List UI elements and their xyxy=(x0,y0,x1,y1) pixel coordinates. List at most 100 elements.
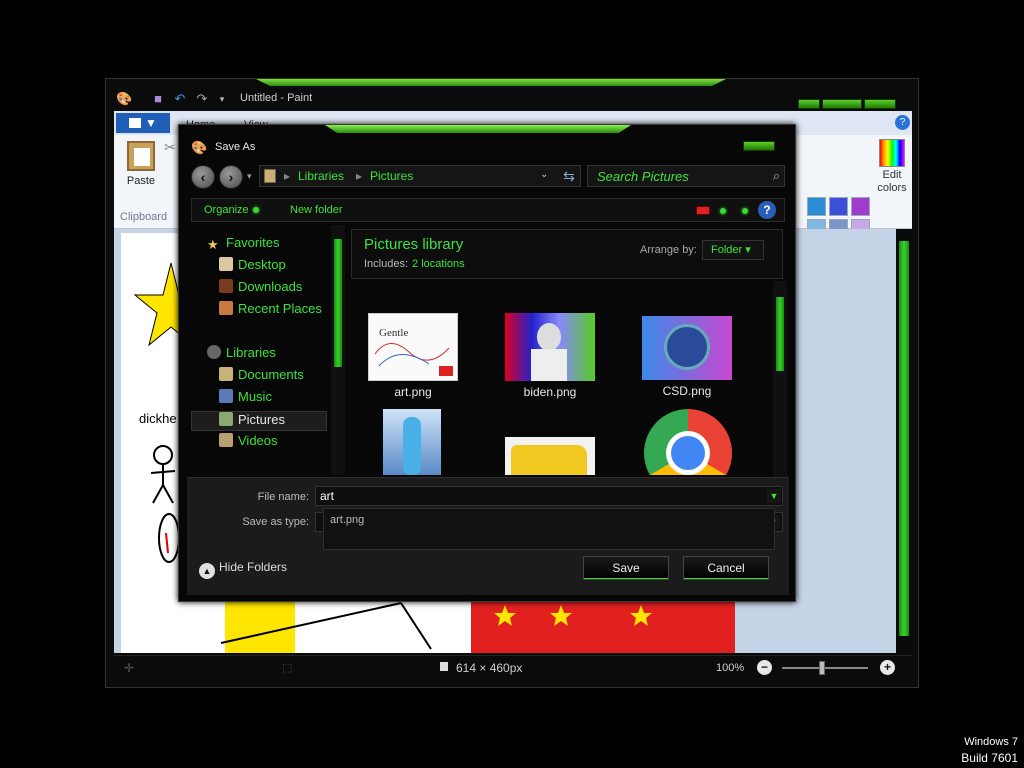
nav-pane-scrollbar[interactable] xyxy=(331,225,345,475)
nav-item-music[interactable]: Music xyxy=(219,389,272,409)
image-size-icon xyxy=(440,662,448,671)
cut-icon[interactable]: ✂ xyxy=(164,139,176,156)
watermark-line-1: Windows 7 xyxy=(964,736,1018,748)
filename-label: File name: xyxy=(257,491,309,503)
view-dropdown-icon[interactable] xyxy=(720,208,726,214)
file-item-art[interactable]: Gentle art.png xyxy=(358,313,468,399)
videos-icon xyxy=(219,433,233,447)
help-button[interactable]: ? xyxy=(758,201,776,219)
paint-status-bar: ✛ ⬚ 614 × 460px 100% − + xyxy=(114,655,912,679)
libraries-icon xyxy=(207,345,221,359)
customize-qat-icon[interactable]: ▾ xyxy=(214,91,230,107)
organize-button[interactable]: Organize xyxy=(204,204,259,216)
refresh-icon[interactable]: ⇆ xyxy=(557,165,581,187)
preview-pane-icon[interactable] xyxy=(742,208,748,214)
paste-label: Paste xyxy=(126,175,156,187)
clipboard-group-label: Clipboard xyxy=(120,211,168,223)
view-options-icon[interactable] xyxy=(696,206,710,215)
breadcrumb-pictures[interactable]: Pictures xyxy=(370,169,413,183)
stick-figure xyxy=(150,445,180,563)
zoom-slider-track[interactable] xyxy=(782,667,868,669)
file-item-biden[interactable]: biden.png xyxy=(495,313,605,399)
zoom-in-button[interactable]: + xyxy=(880,660,895,675)
paint-app-icon[interactable]: 🎨 xyxy=(116,91,132,107)
file-name: CSD.png xyxy=(662,384,712,398)
filename-autocomplete: art.png xyxy=(323,508,775,550)
file-thumbnail xyxy=(505,313,595,381)
color-swatch[interactable] xyxy=(829,197,848,216)
color-swatch[interactable] xyxy=(851,197,870,216)
scrollbar-thumb[interactable] xyxy=(776,297,784,371)
documents-icon xyxy=(219,367,233,381)
file-list-scrollbar[interactable] xyxy=(773,281,787,477)
forward-button[interactable]: › xyxy=(219,165,243,189)
hide-folders-button[interactable]: ▲ Hide Folders xyxy=(199,560,287,579)
save-form: File name: ▼ Save as type: ▼ art.png ▲Hi… xyxy=(187,477,789,595)
star-icon: ★ xyxy=(207,237,219,252)
breadcrumb-separator-icon: ▸ xyxy=(356,169,363,183)
nav-item-recent-places[interactable]: Recent Places xyxy=(219,301,322,321)
nav-libraries[interactable]: Libraries xyxy=(207,345,276,365)
help-icon[interactable]: ? xyxy=(895,115,910,130)
svg-text:Gentle: Gentle xyxy=(379,327,408,339)
file-item-thumbnail[interactable] xyxy=(383,409,441,475)
file-item-thumbnail[interactable] xyxy=(505,437,595,475)
search-placeholder: Search Pictures xyxy=(597,169,689,184)
dialog-close-button[interactable] xyxy=(743,141,775,151)
close-button[interactable] xyxy=(864,99,896,109)
breadcrumb-separator-icon: ▸ xyxy=(284,169,291,183)
file-item-csd[interactable]: CSD.png xyxy=(632,313,742,398)
new-folder-button[interactable]: New folder xyxy=(290,204,343,216)
paint-app-icon: 🎨 xyxy=(191,140,208,155)
minimize-button[interactable] xyxy=(798,99,820,109)
file-menu-button[interactable]: ▼ xyxy=(116,113,170,133)
edit-colors-button[interactable]: Edit colors xyxy=(874,139,910,195)
back-button[interactable]: ‹ xyxy=(191,165,215,189)
library-title: Pictures library xyxy=(364,236,464,253)
search-icon[interactable]: ⌕ xyxy=(773,168,780,184)
nav-item-documents[interactable]: Documents xyxy=(219,367,304,387)
address-bar[interactable]: ▸ Libraries ▸ Pictures ⌄ xyxy=(259,165,581,187)
redo-icon[interactable]: ↷ xyxy=(194,91,210,107)
file-item-thumbnail[interactable] xyxy=(643,409,733,475)
nav-item-pictures[interactable]: Pictures xyxy=(191,411,327,431)
cancel-button[interactable]: Cancel xyxy=(683,556,769,580)
nav-item-videos[interactable]: Videos xyxy=(219,433,278,453)
library-header: Pictures library Includes: 2 locations Ar… xyxy=(351,229,783,279)
maximize-button[interactable] xyxy=(822,99,862,109)
breadcrumb-libraries[interactable]: Libraries xyxy=(298,169,344,183)
zoom-out-button[interactable]: − xyxy=(757,660,772,675)
music-icon xyxy=(219,389,233,403)
search-input[interactable]: Search Pictures ⌕ xyxy=(587,165,785,187)
arrange-by-dropdown[interactable]: Folder ▾ xyxy=(702,240,764,260)
canvas-caption: dickhe xyxy=(139,411,177,426)
selection-size-icon: ⬚ xyxy=(282,662,293,674)
paint-titlebar: 🎨 ■ ↶ ↷ ▾ Untitled - Paint xyxy=(106,87,918,111)
color-swatch[interactable] xyxy=(807,197,826,216)
undo-icon[interactable]: ↶ xyxy=(172,91,188,107)
save-button[interactable]: Save xyxy=(583,556,669,580)
savetype-label: Save as type: xyxy=(242,516,309,528)
paint-vertical-scrollbar[interactable] xyxy=(896,229,912,653)
library-locations-link[interactable]: 2 locations xyxy=(412,258,465,270)
save-icon[interactable]: ■ xyxy=(150,91,166,107)
zoom-slider-thumb[interactable] xyxy=(819,661,825,675)
address-dropdown-icon[interactable]: ⌄ xyxy=(540,169,548,180)
filename-input[interactable] xyxy=(315,486,783,506)
library-includes: Includes: 2 locations xyxy=(364,258,465,270)
flag-shape xyxy=(471,601,735,653)
arrange-by-label: Arrange by: xyxy=(640,244,697,256)
downloads-icon xyxy=(219,279,233,293)
dialog-toolbar: Organize New folder ? xyxy=(191,198,785,222)
nav-item-desktop[interactable]: Desktop xyxy=(219,257,286,277)
recent-locations-icon[interactable]: ▾ xyxy=(247,171,252,182)
nav-item-downloads[interactable]: Downloads xyxy=(219,279,302,299)
file-name: art.png xyxy=(394,385,432,399)
nav-favorites[interactable]: ★ Favorites xyxy=(207,235,279,255)
autocomplete-option[interactable]: art.png xyxy=(330,514,364,526)
paste-button[interactable]: Paste xyxy=(120,141,162,187)
clipboard-icon xyxy=(127,141,155,171)
scrollbar-thumb[interactable] xyxy=(334,239,342,367)
filename-dropdown-icon[interactable]: ▼ xyxy=(767,489,781,503)
scrollbar-thumb[interactable] xyxy=(899,241,909,636)
